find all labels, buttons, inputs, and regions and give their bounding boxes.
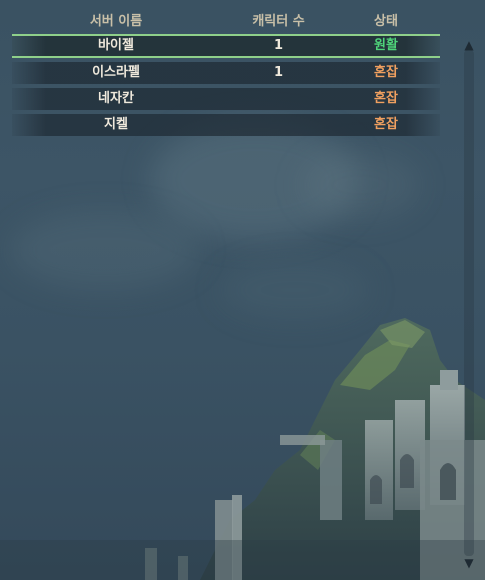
server-row[interactable]: 지켈 혼잡	[12, 114, 440, 136]
character-count: 1	[273, 38, 284, 53]
triangle-down-icon[interactable]: ▼	[461, 556, 477, 570]
scrollbar[interactable]: ▲ ▼	[459, 34, 479, 574]
server-name-column-header: 서버 이름	[89, 13, 143, 29]
status-column-header: 상태	[374, 13, 398, 29]
server-row[interactable]: 이스라펠 1 혼잡	[12, 62, 440, 84]
server-name: 네자칸	[98, 91, 134, 106]
server-status: 혼잡	[374, 65, 398, 80]
server-name: 이스라펠	[92, 65, 140, 80]
server-row[interactable]: 네자칸 혼잡	[12, 88, 440, 110]
server-name: 바이젤	[98, 38, 134, 53]
server-status: 혼잡	[374, 117, 398, 132]
server-name: 지켈	[104, 117, 128, 132]
character-count: 1	[273, 65, 284, 80]
character-count-column-header: 캐릭터 수	[252, 13, 305, 29]
scroll-track[interactable]	[464, 50, 474, 556]
server-list: 바이젤 1 원활 이스라펠 1 혼잡 네자칸 혼잡 지켈 혼잡	[12, 34, 440, 140]
server-status: 원활	[374, 38, 398, 53]
server-status: 혼잡	[374, 91, 398, 106]
server-list-header: 서버 이름 캐릭터 수 상태	[16, 6, 440, 32]
server-row[interactable]: 바이젤 1 원활	[12, 34, 440, 58]
